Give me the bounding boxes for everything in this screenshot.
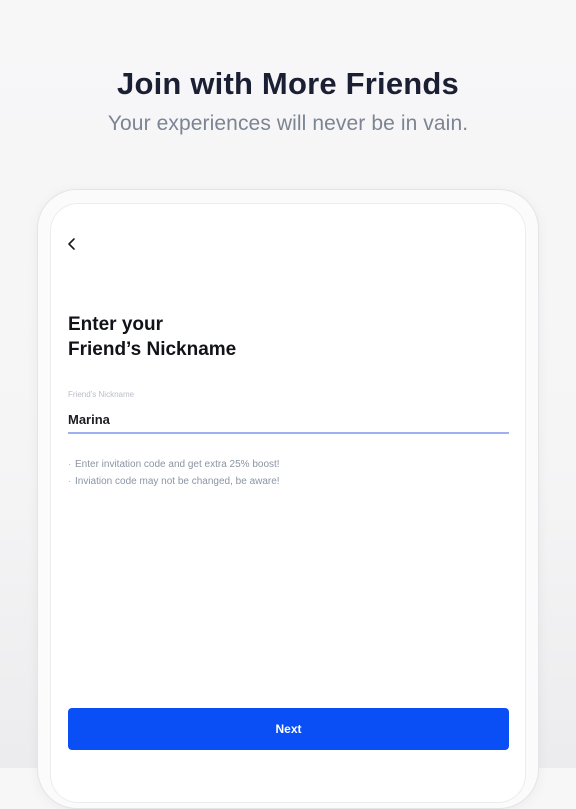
nickname-input[interactable]	[68, 406, 509, 434]
hint-item: · Inviation code may not be changed, be a…	[68, 473, 508, 490]
next-button[interactable]: Next	[68, 708, 509, 750]
page-headline: Join with More Friends	[117, 66, 459, 101]
nickname-field-label: Friend’s Nickname	[68, 390, 135, 399]
back-button[interactable]	[62, 234, 82, 254]
hint-item: · Enter invitation code and get extra 25%…	[68, 456, 508, 473]
bullet-icon: ·	[68, 459, 72, 470]
screen-title-line-1: Enter your	[68, 314, 164, 335]
hint-text: Inviation code may not be changed, be aw…	[75, 476, 280, 487]
chevron-left-icon	[68, 238, 75, 250]
page-subhead: Your experiences will never be in vain.	[107, 112, 469, 135]
hint-list: · Enter invitation code and get extra 25%…	[68, 456, 508, 490]
screen-title-line-2: Friend’s Nickname	[68, 339, 237, 360]
bullet-icon: ·	[68, 476, 72, 487]
screen-title: Enter your Friend’s Nickname	[68, 312, 488, 362]
hint-text: Enter invitation code and get extra 25% …	[75, 459, 280, 470]
